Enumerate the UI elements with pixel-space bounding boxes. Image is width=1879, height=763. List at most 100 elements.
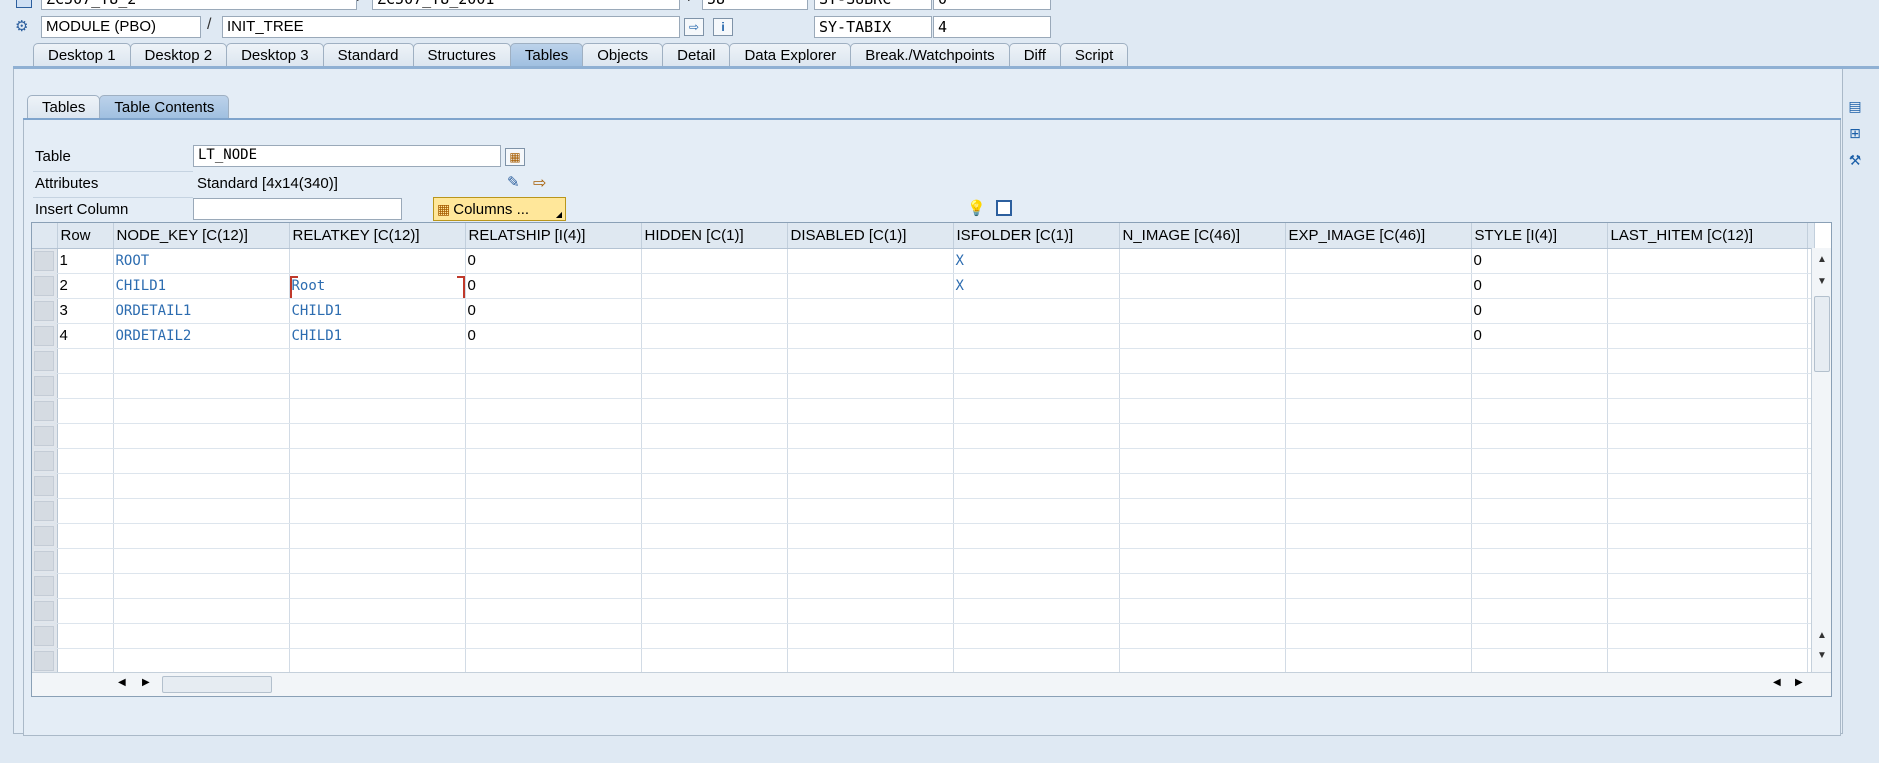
table-cell[interactable] (1119, 548, 1286, 574)
table-cell[interactable] (113, 473, 290, 499)
column-header[interactable]: ISFOLDER [C(1)] (953, 223, 1120, 249)
table-cell[interactable] (1119, 348, 1286, 374)
table-cell[interactable] (787, 273, 954, 299)
table-cell[interactable] (1607, 348, 1808, 374)
table-cell[interactable] (113, 623, 290, 649)
save-icon[interactable] (996, 200, 1012, 216)
table-cell[interactable] (289, 373, 466, 399)
column-header[interactable]: HIDDEN [C(1)] (641, 223, 788, 249)
table-cell[interactable] (465, 623, 642, 649)
table-cell[interactable] (787, 523, 954, 549)
table-cell[interactable] (1285, 498, 1472, 524)
table-cell[interactable] (787, 423, 954, 449)
table-cell[interactable] (1119, 473, 1286, 499)
table-cell[interactable] (787, 373, 954, 399)
navigate-arrow-icon[interactable]: ⇨ (533, 173, 546, 193)
column-header[interactable]: EXP_IMAGE [C(46)] (1285, 223, 1472, 249)
table-cell[interactable] (1607, 523, 1808, 549)
table-cell[interactable]: CHILD1 (113, 273, 290, 299)
table-cell[interactable] (1607, 573, 1808, 599)
table-cell[interactable] (1285, 448, 1472, 474)
row-selector[interactable] (32, 623, 58, 649)
table-cell[interactable] (1285, 548, 1472, 574)
tab-break-watchpoints[interactable]: Break./Watchpoints (850, 43, 1010, 67)
table-cell[interactable]: 0 (1471, 323, 1608, 349)
tab-diff[interactable]: Diff (1008, 43, 1061, 67)
table-cell[interactable] (465, 473, 642, 499)
table-cell[interactable]: ROOT (113, 248, 290, 274)
table-cell[interactable] (1471, 398, 1608, 424)
table-cell[interactable] (1119, 323, 1286, 349)
table-cell[interactable] (953, 348, 1120, 374)
horizontal-scrollbar[interactable]: ◀ ▶ ◀ ▶ (32, 672, 1831, 696)
table-row[interactable] (32, 573, 1815, 599)
table-cell[interactable] (641, 598, 788, 624)
table-cell[interactable] (787, 323, 954, 349)
table-cell[interactable] (1471, 523, 1608, 549)
table-cell[interactable]: CHILD1 (289, 298, 466, 324)
table-cell[interactable]: 0 (465, 298, 642, 324)
columns-button[interactable]: ▦ Columns ... ◢ (433, 197, 566, 221)
scroll-right-icon[interactable]: ▶ (142, 677, 150, 688)
table-cell[interactable] (1607, 398, 1808, 424)
table-cell[interactable] (1285, 523, 1472, 549)
scroll-left-icon[interactable]: ◀ (118, 677, 126, 688)
table-cell[interactable] (1471, 498, 1608, 524)
table-row[interactable] (32, 623, 1815, 649)
table-row[interactable]: 1 ROOT 0 X 0 (32, 248, 1815, 274)
tab-structures[interactable]: Structures (412, 43, 511, 67)
row-selector[interactable] (32, 273, 58, 299)
table-cell[interactable]: 0 (465, 323, 642, 349)
table-cell[interactable] (465, 398, 642, 424)
row-selector[interactable] (32, 448, 58, 474)
scroll-thumb[interactable] (1814, 296, 1830, 372)
table-cell[interactable] (113, 498, 290, 524)
scroll-right-icon[interactable]: ▶ (1795, 677, 1803, 688)
table-cell[interactable] (787, 248, 954, 274)
row-selector[interactable] (32, 423, 58, 449)
table-cell[interactable] (1285, 473, 1472, 499)
table-cell[interactable] (289, 523, 466, 549)
tree-icon[interactable]: ⊞ (1845, 123, 1865, 143)
table-cell[interactable] (1119, 598, 1286, 624)
table-cell[interactable] (641, 373, 788, 399)
table-cell[interactable] (1119, 273, 1286, 299)
table-row[interactable]: 2 CHILD1 Root 0 X 0 (32, 273, 1815, 299)
subtab-tables[interactable]: Tables (27, 95, 101, 119)
tab-data-explorer[interactable]: Data Explorer (729, 43, 852, 67)
table-cell[interactable] (1285, 573, 1472, 599)
scroll-down-icon[interactable]: ▼ (1814, 274, 1830, 290)
scroll-up-icon[interactable]: ▲ (1814, 628, 1830, 644)
table-cell[interactable] (641, 523, 788, 549)
table-cell[interactable] (1285, 423, 1472, 449)
table-cell[interactable] (787, 548, 954, 574)
table-cell[interactable] (1471, 373, 1608, 399)
table-cell[interactable]: ORDETAIL2 (113, 323, 290, 349)
table-cell[interactable] (953, 573, 1120, 599)
column-header[interactable]: DISABLED [C(1)] (787, 223, 954, 249)
table-cell[interactable] (289, 448, 466, 474)
table-cell[interactable] (1119, 498, 1286, 524)
table-cell[interactable] (641, 548, 788, 574)
table-cell[interactable] (641, 623, 788, 649)
table-cell[interactable] (1285, 598, 1472, 624)
table-row[interactable]: 4 ORDETAIL2 CHILD1 0 0 (32, 323, 1815, 349)
table-cell[interactable] (113, 373, 290, 399)
scroll-left-icon[interactable]: ◀ (1773, 677, 1781, 688)
table-cell[interactable] (1471, 573, 1608, 599)
navigate-icon[interactable]: ⇨ (684, 18, 704, 36)
table-row[interactable] (32, 548, 1815, 574)
table-cell[interactable] (953, 373, 1120, 399)
table-cell[interactable] (1471, 548, 1608, 574)
table-cell[interactable] (1119, 648, 1286, 674)
scroll-down-icon[interactable]: ▼ (1814, 648, 1830, 664)
table-cell[interactable] (1119, 523, 1286, 549)
row-selector[interactable] (32, 473, 58, 499)
tab-standard[interactable]: Standard (322, 43, 414, 67)
table-cell[interactable] (1119, 423, 1286, 449)
table-cell[interactable] (289, 573, 466, 599)
table-cell[interactable] (787, 298, 954, 324)
table-cell[interactable] (953, 323, 1120, 349)
table-cell[interactable] (787, 598, 954, 624)
table-cell[interactable] (953, 498, 1120, 524)
